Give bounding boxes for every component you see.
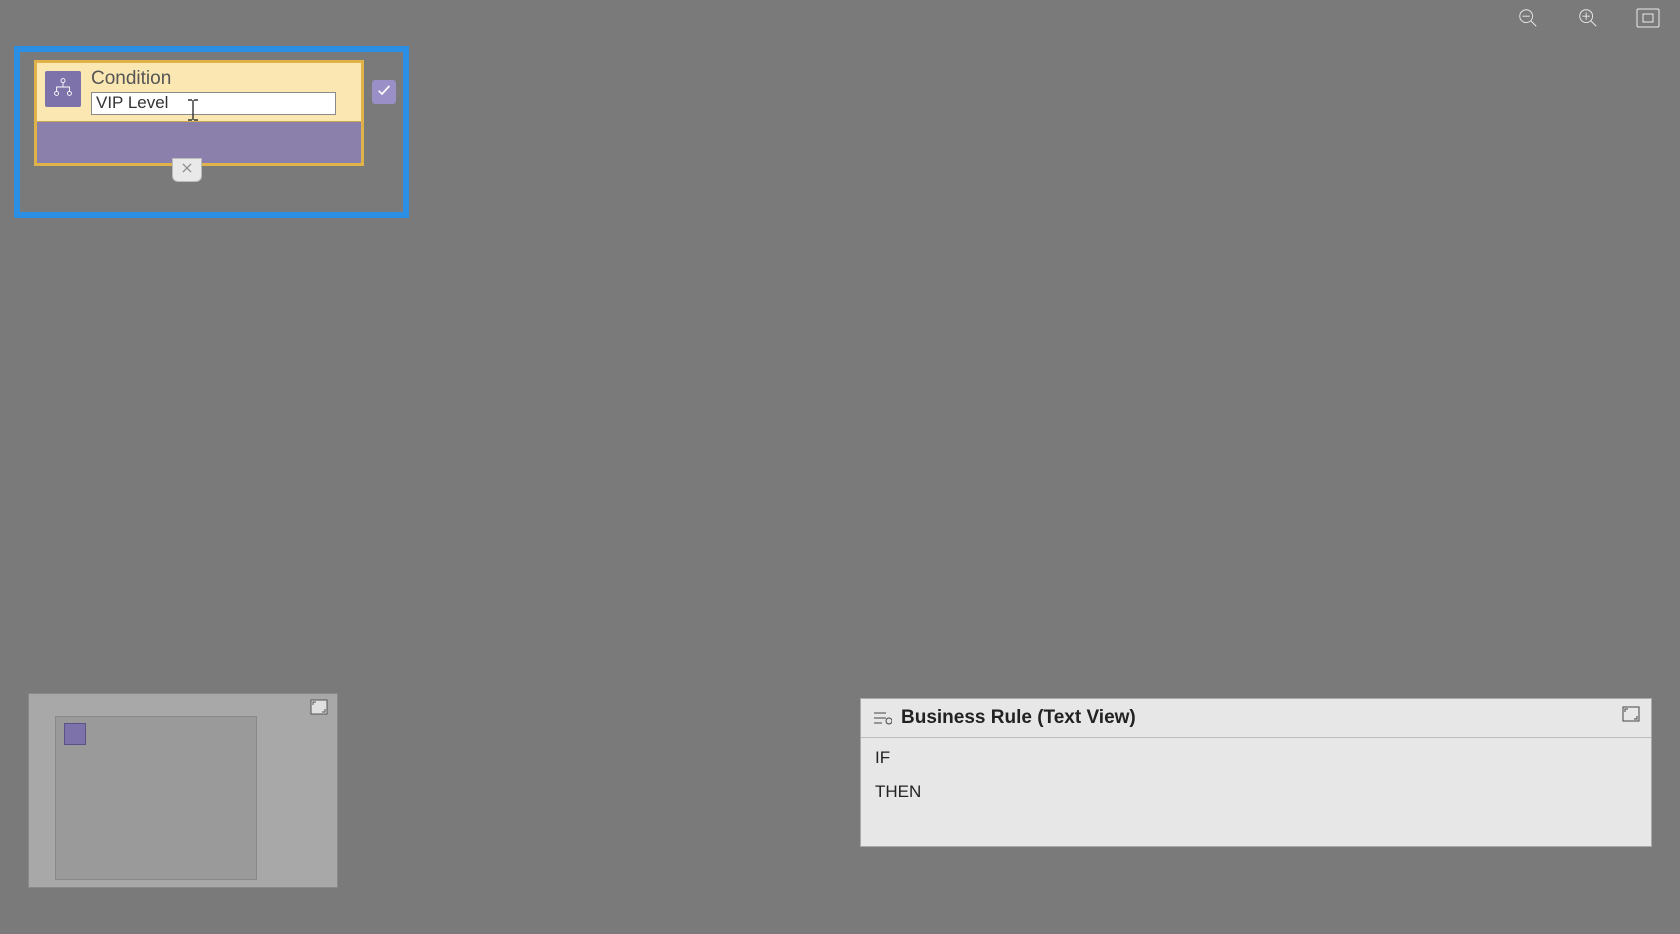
zoom-out-icon	[1517, 7, 1539, 34]
rule-icon	[871, 709, 893, 727]
minimap-viewport[interactable]	[55, 716, 257, 880]
condition-node-selection[interactable]: Condition	[14, 46, 409, 218]
text-view-header: Business Rule (Text View)	[861, 699, 1651, 738]
condition-node-body[interactable]	[37, 121, 361, 163]
expand-icon	[310, 699, 328, 720]
check-icon	[376, 82, 392, 103]
condition-title-block: Condition	[91, 69, 353, 115]
canvas-toolbar	[1514, 6, 1662, 34]
condition-node[interactable]: Condition	[34, 60, 364, 166]
fit-screen-icon	[1636, 8, 1660, 33]
condition-branch-false-connector[interactable]	[172, 158, 202, 182]
condition-type-icon-box	[45, 71, 81, 107]
text-view-then-line: THEN	[875, 782, 1637, 802]
minimap-panel[interactable]	[28, 693, 338, 888]
text-view-title: Business Rule (Text View)	[901, 707, 1136, 729]
zoom-out-button[interactable]	[1514, 6, 1542, 34]
condition-node-header: Condition	[37, 63, 361, 121]
hierarchy-icon	[52, 76, 74, 103]
text-view-if-line: IF	[875, 748, 1637, 768]
fit-to-screen-button[interactable]	[1634, 6, 1662, 34]
condition-branch-true-connector[interactable]	[372, 80, 396, 104]
zoom-in-icon	[1577, 7, 1599, 34]
text-view-expand-button[interactable]	[1621, 707, 1641, 725]
zoom-in-button[interactable]	[1574, 6, 1602, 34]
text-view-panel: Business Rule (Text View) IF THEN	[860, 698, 1652, 847]
condition-type-label: Condition	[91, 69, 353, 90]
text-view-body: IF THEN	[861, 738, 1651, 846]
close-icon	[180, 161, 194, 180]
minimap-expand-button[interactable]	[309, 700, 329, 718]
minimap-condition-node	[64, 723, 86, 745]
condition-name-input[interactable]	[91, 92, 336, 115]
expand-icon	[1622, 706, 1640, 727]
